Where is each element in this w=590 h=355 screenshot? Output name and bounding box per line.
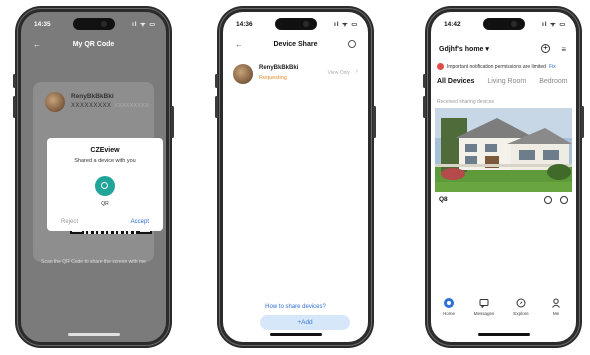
accept-button[interactable]: Accept <box>131 219 149 225</box>
qr-hint: Scan the QR Code to share the screen wit… <box>41 259 146 265</box>
status-time: 14:42 <box>444 21 461 28</box>
tab-messages[interactable]: Messages <box>467 298 501 316</box>
notification-banner[interactable]: Important notification permissions are l… <box>437 62 576 73</box>
dynamic-island <box>274 18 317 30</box>
side-button <box>215 74 218 88</box>
explore-icon <box>516 298 526 308</box>
share-dialog: CZEview Shared a device with you QR Reje… <box>47 138 163 231</box>
chevron-right-icon: › <box>355 68 358 75</box>
share-request-row[interactable]: RenyBkBkBki Requesting View Only › <box>233 62 358 86</box>
side-button <box>13 96 16 118</box>
side-button <box>423 74 426 88</box>
side-button <box>581 106 584 138</box>
avatar <box>233 64 253 84</box>
status-bar: 14:42 ıl ᯤ ▭ <box>431 12 576 34</box>
home-indicator <box>67 333 120 336</box>
tab-label: Explore <box>513 311 529 316</box>
side-button <box>423 96 426 118</box>
tab-living-room[interactable]: Living Room <box>487 78 526 85</box>
camera-name: Q8 <box>439 196 448 203</box>
room-tabs: All Devices Living Room Bedroom <box>437 78 576 92</box>
nav-bar: ← My QR Code <box>21 38 166 52</box>
alert-icon <box>437 63 444 71</box>
status-icons: ıl ᯤ ▭ <box>542 22 566 28</box>
user-id-value: XXXXXXXXX <box>71 103 112 109</box>
device-icon <box>95 176 115 196</box>
received-sharing-label: Received sharing devices <box>437 99 494 105</box>
status-bar: 14:35 ıl ᯤ ▭ <box>21 12 166 34</box>
back-arrow-icon[interactable]: ← <box>33 38 41 52</box>
tab-label: Me <box>552 311 560 316</box>
notice-action[interactable]: Fix <box>549 64 556 70</box>
reject-button[interactable]: Reject <box>61 219 78 225</box>
dynamic-island <box>482 18 525 30</box>
phone-my-qr-code: 14:35 ıl ᯤ ▭ ← My QR Code RenyBkBkBki XX… <box>13 6 174 348</box>
phone-device-share: 14:36 ıl ᯤ ▭ ← Device Share RenyBkBkBki … <box>215 6 376 348</box>
status-icons: ıl ᯤ ▭ <box>334 22 358 28</box>
bottom-tab-bar: Home Messages Explore Me <box>431 298 576 328</box>
home-selector[interactable]: Gdjhf's home ▾ <box>439 45 489 53</box>
tab-home[interactable]: Home <box>432 298 466 316</box>
status-bar: 14:36 ıl ᯤ ▭ <box>223 12 368 34</box>
tab-bedroom[interactable]: Bedroom <box>539 78 567 85</box>
user-name: RenyBkBkBki <box>71 93 114 100</box>
screen: 14:36 ıl ᯤ ▭ ← Device Share RenyBkBkBki … <box>223 12 368 342</box>
how-to-share-link[interactable]: How to share devices? <box>223 304 368 310</box>
user-id-sub: XXXXXXXXX <box>114 103 150 109</box>
tab-label: Home <box>442 311 455 316</box>
back-arrow-icon[interactable]: ← <box>235 38 243 52</box>
tab-all-devices[interactable]: All Devices <box>437 78 474 85</box>
message-icon <box>479 299 489 308</box>
add-icon[interactable]: + <box>541 44 550 53</box>
home-header: Gdjhf's home ▾ + ≡ <box>431 44 576 59</box>
share-permission: View Only <box>327 70 350 76</box>
avatar <box>45 92 65 112</box>
page-title: Device Share <box>273 41 318 48</box>
settings-icon[interactable] <box>560 196 568 204</box>
share-user-name: RenyBkBkBki <box>259 65 299 71</box>
status-icons: ıl ᯤ ▭ <box>132 22 156 28</box>
tab-explore[interactable]: Explore <box>504 298 538 316</box>
user-icon <box>552 298 560 308</box>
screen: 14:42 ıl ᯤ ▭ Gdjhf's home ▾ + ≡ Importan… <box>431 12 576 342</box>
side-button <box>373 106 376 138</box>
dialog-subtitle: Shared a device with you <box>74 158 136 164</box>
status-time: 14:36 <box>236 21 253 28</box>
dialog-title: CZEview <box>90 147 120 154</box>
side-button <box>215 96 218 118</box>
share-status: Requesting <box>259 75 287 81</box>
status-time: 14:35 <box>34 21 51 28</box>
nav-bar: ← Device Share <box>223 38 368 52</box>
user-id: XXXXXXXXX XXXXXXXXX <box>71 103 149 109</box>
dynamic-island <box>72 18 115 30</box>
menu-icon[interactable]: ≡ <box>561 45 566 54</box>
notice-text: Important notification permissions are l… <box>447 64 546 70</box>
tab-label: Messages <box>473 311 495 316</box>
device-label: QR <box>101 201 109 207</box>
home-indicator <box>269 333 322 336</box>
add-share-button[interactable]: +Add <box>260 315 350 330</box>
home-indicator <box>477 333 530 336</box>
house-photo <box>435 108 572 192</box>
history-icon[interactable] <box>544 196 552 204</box>
side-button <box>13 74 16 88</box>
home-icon <box>444 298 454 308</box>
camera-preview[interactable] <box>435 108 572 192</box>
scan-icon[interactable] <box>348 40 356 48</box>
camera-row: Q8 <box>439 196 570 208</box>
side-button <box>171 106 174 138</box>
tab-me[interactable]: Me <box>539 298 573 316</box>
page-title: My QR Code <box>72 41 115 48</box>
screen: 14:35 ıl ᯤ ▭ ← My QR Code RenyBkBkBki XX… <box>21 12 166 342</box>
phone-home: 14:42 ıl ᯤ ▭ Gdjhf's home ▾ + ≡ Importan… <box>423 6 584 348</box>
